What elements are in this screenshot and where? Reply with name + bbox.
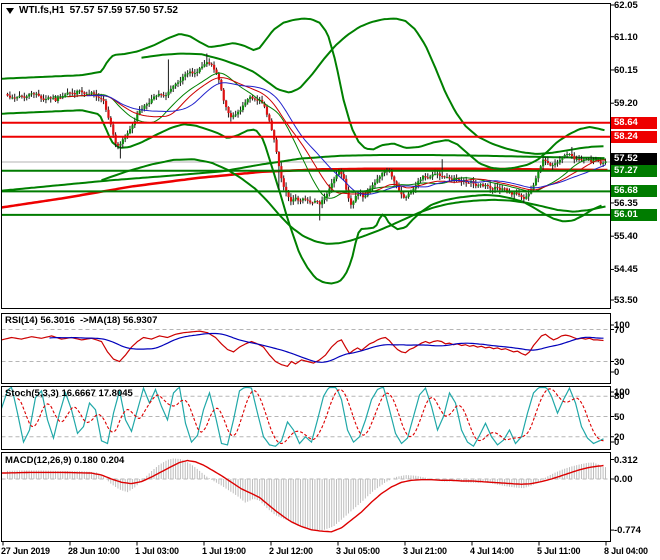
time-axis-label: 28 Jun 10:00 — [68, 546, 120, 556]
rsi-tick-label: 30 — [614, 356, 625, 368]
stoch-tick-label: 80 — [614, 391, 625, 403]
stoch-tick-label: 0 — [614, 437, 620, 448]
symbol-name: WTI.fs,H1 — [19, 5, 65, 16]
trading-chart-window: WTI.fs,H1 57.57 57.59 57.50 57.52 RSI(14… — [0, 0, 660, 560]
price-badge-57.52: 57.52 — [611, 153, 657, 165]
ohlc-readout: 57.57 57.59 57.50 57.52 — [69, 5, 178, 16]
rsi-tick-label: 0 — [614, 367, 620, 378]
time-axis-label: 5 Jul 11:00 — [537, 546, 581, 556]
price-tick-label: 61.10 — [614, 31, 638, 43]
price-badge-56.68: 56.68 — [611, 185, 657, 198]
symbol-title: WTI.fs,H1 57.57 57.59 57.50 57.52 — [6, 5, 178, 16]
macd-tick-label: 0.00 — [614, 474, 633, 485]
chart-canvas[interactable] — [0, 0, 660, 560]
price-badge-58.24: 58.24 — [611, 130, 657, 143]
time-axis-label: 3 Jul 21:00 — [403, 546, 447, 556]
rsi-indicator-label: RSI(14) 56.3016 ->MA(18) 56.9307 — [5, 315, 158, 326]
price-tick-label: 56.35 — [614, 197, 638, 209]
price-badge-57.27: 57.27 — [611, 164, 657, 177]
time-axis-label: 27 Jun 2019 — [1, 546, 50, 556]
stoch-tick-label: 50 — [614, 411, 625, 423]
price-badge-58.64: 58.64 — [611, 116, 657, 129]
time-axis-label: 1 Jul 03:00 — [135, 546, 179, 556]
price-tick-label: 53.50 — [614, 295, 638, 306]
price-tick-label: 62.05 — [614, 0, 638, 11]
rsi-tick-label: 70 — [614, 324, 625, 336]
price-tick-label: 59.20 — [614, 98, 638, 110]
macd-tick-label: -0.774 — [614, 525, 641, 537]
stoch-indicator-label: Stoch(5,3,3) 16.6667 17.8045 — [5, 388, 133, 399]
price-tick-label: 55.40 — [614, 231, 638, 243]
macd-indicator-label: MACD(12,26,9) 0.180 0.204 — [5, 455, 125, 466]
price-tick-label: 60.15 — [614, 64, 638, 76]
time-axis-label: 4 Jul 14:00 — [470, 546, 514, 556]
time-axis-label: 8 Jul 04:00 — [604, 546, 648, 556]
time-axis-label: 3 Jul 05:00 — [336, 546, 380, 556]
time-axis-label: 1 Jul 19:00 — [202, 546, 246, 556]
time-axis-label: 2 Jul 12:00 — [269, 546, 313, 556]
price-tick-label: 54.45 — [614, 264, 638, 276]
chevron-down-icon[interactable] — [6, 8, 14, 14]
price-badge-56.01: 56.01 — [611, 208, 657, 221]
macd-tick-label: 0.312 — [614, 454, 638, 466]
